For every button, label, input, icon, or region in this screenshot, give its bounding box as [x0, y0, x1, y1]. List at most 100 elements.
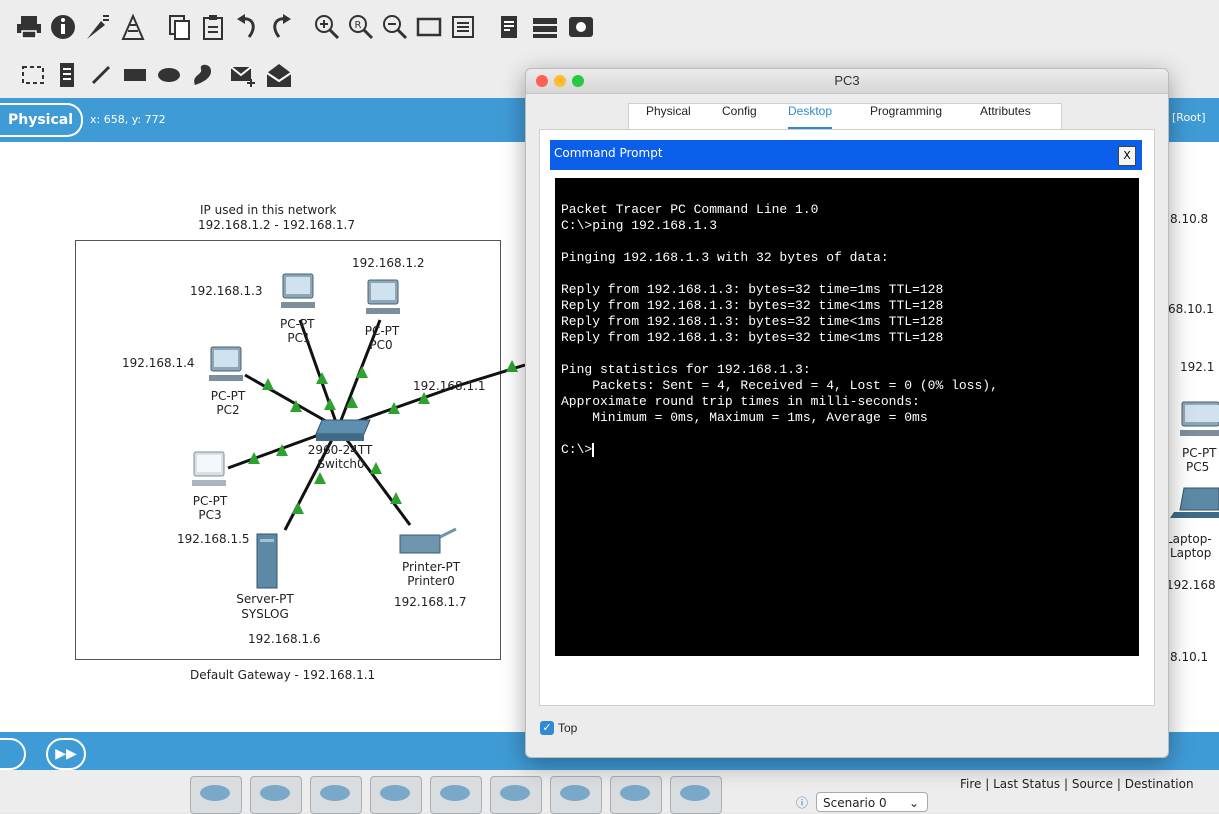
- note-icon[interactable]: [52, 60, 82, 90]
- main-toolbar: R: [0, 0, 1219, 54]
- line-icon[interactable]: [86, 60, 116, 90]
- screenshot-icon[interactable]: [566, 12, 596, 42]
- printer-name: Printer0: [407, 574, 455, 588]
- server-name: SYSLOG: [241, 607, 289, 621]
- simple-pdu-icon[interactable]: [228, 60, 258, 90]
- router-tile[interactable]: [370, 776, 422, 814]
- tab-attributes[interactable]: Attributes: [980, 104, 1031, 130]
- pc0-icon[interactable]: [362, 278, 404, 318]
- chevron-down-icon: ⌄: [908, 796, 919, 810]
- print-icon[interactable]: [14, 12, 44, 42]
- rectangle-icon[interactable]: [120, 60, 150, 90]
- router-tile[interactable]: [550, 776, 602, 814]
- pc0-ip: 192.168.1.2: [352, 256, 425, 270]
- complex-pdu-icon[interactable]: [264, 60, 294, 90]
- right-ip-b: 68.10.1: [1168, 302, 1214, 316]
- paste-icon[interactable]: [198, 12, 228, 42]
- tab-desktop[interactable]: Desktop: [788, 104, 833, 130]
- printer-icon[interactable]: [398, 527, 458, 557]
- physical-tab[interactable]: Physical: [0, 103, 84, 137]
- terminal-line: Reply from 192.168.1.3: bytes=32 time<1m…: [561, 330, 944, 345]
- terminal-line: Reply from 192.168.1.3: bytes=32 time<1m…: [561, 314, 944, 329]
- switch-icon[interactable]: [314, 414, 374, 444]
- terminal-line: Reply from 192.168.1.3: bytes=32 time=1m…: [561, 282, 944, 297]
- col-fire[interactable]: Fire: [960, 777, 981, 791]
- svg-text:R: R: [355, 20, 362, 31]
- col-last-status[interactable]: Last Status: [993, 777, 1060, 791]
- freeform-icon[interactable]: [188, 60, 218, 90]
- pc3-name: PC3: [198, 508, 222, 522]
- pc1-type: PC-PT: [280, 317, 315, 331]
- col-source[interactable]: Source: [1072, 777, 1113, 791]
- col-destination[interactable]: Destination: [1125, 777, 1194, 791]
- zoom-in-icon[interactable]: [312, 12, 342, 42]
- tab-programming[interactable]: Programming: [870, 104, 942, 130]
- router-tile[interactable]: [190, 776, 242, 814]
- command-prompt-title: Command Prompt: [554, 146, 663, 160]
- cursor-coords: x: 658, y: 772: [90, 113, 166, 126]
- window-title: PC3: [834, 73, 860, 88]
- top-checkbox[interactable]: ✓ Top: [540, 721, 577, 735]
- router-tile[interactable]: [610, 776, 662, 814]
- laptop-icon[interactable]: [1170, 486, 1219, 522]
- undo-icon[interactable]: [232, 12, 262, 42]
- copy-icon[interactable]: [164, 12, 194, 42]
- switch-model: 2960-24TT: [307, 443, 373, 457]
- switch-name: Switch0: [317, 457, 365, 471]
- router-tile[interactable]: [250, 776, 302, 814]
- zoom-out-icon[interactable]: [380, 12, 410, 42]
- pc1-icon[interactable]: [277, 272, 319, 312]
- top-checkbox-label: Top: [558, 721, 578, 735]
- pc2-icon[interactable]: [205, 345, 247, 385]
- network-info-icon[interactable]: [118, 12, 148, 42]
- router-tile[interactable]: [310, 776, 362, 814]
- desktop-panel: Command Prompt X Packet Tracer PC Comman…: [539, 129, 1155, 706]
- note-title: IP used in this network: [200, 203, 337, 217]
- printer-ip: 192.168.1.7: [394, 595, 467, 609]
- drawing-palette-icon[interactable]: [414, 12, 444, 42]
- command-prompt-terminal[interactable]: Packet Tracer PC Command Line 1.0 C:\>pin…: [555, 178, 1139, 656]
- redo-icon[interactable]: [266, 12, 296, 42]
- zoom-reset-icon[interactable]: R: [346, 12, 376, 42]
- terminal-line: Packet Tracer PC Command Line 1.0: [561, 202, 819, 217]
- right-ip-e: 8.10.1: [1170, 650, 1209, 664]
- pc3-icon[interactable]: [188, 450, 230, 490]
- pc3-ip: 192.168.1.5: [177, 532, 250, 546]
- terminal-line: Pinging 192.168.1.3 with 32 bytes of dat…: [561, 250, 889, 265]
- tab-physical[interactable]: Physical: [646, 104, 691, 130]
- close-icon[interactable]: X: [1118, 146, 1136, 166]
- ellipse-icon[interactable]: [154, 60, 184, 90]
- info-icon[interactable]: [48, 12, 78, 42]
- select-icon[interactable]: [18, 60, 48, 90]
- ipc-icon[interactable]: [530, 12, 560, 42]
- tab-config[interactable]: Config: [722, 104, 757, 130]
- text-file-icon[interactable]: [494, 12, 524, 42]
- checkbox-check-icon[interactable]: ✓: [540, 721, 554, 735]
- window-titlebar[interactable]: PC3: [526, 69, 1168, 94]
- scenario-value: Scenario 0: [823, 796, 887, 810]
- activity-wizard-icon[interactable]: [82, 12, 112, 42]
- pc2-name: PC2: [216, 403, 240, 417]
- custom-device-dialog-icon[interactable]: [448, 12, 478, 42]
- pc5-type: PC-PT: [1182, 446, 1217, 460]
- pc5-name: PC5: [1186, 460, 1210, 474]
- server-icon[interactable]: [256, 533, 278, 589]
- pc1-name: PC1: [287, 331, 311, 345]
- router-tile[interactable]: [430, 776, 482, 814]
- pc3-type: PC-PT: [192, 494, 228, 508]
- terminal-line: Minimum = 0ms, Maximum = 1ms, Average = …: [561, 410, 928, 425]
- scenario-info-icon[interactable]: ⓘ: [796, 794, 808, 811]
- router-tile[interactable]: [490, 776, 542, 814]
- server-ip: 192.168.1.6: [248, 632, 321, 646]
- pc5-icon[interactable]: [1176, 400, 1219, 440]
- scenario-select[interactable]: Scenario 0 ⌄: [816, 792, 928, 812]
- root-tab[interactable]: [Root]: [1166, 103, 1212, 133]
- router-tile[interactable]: [670, 776, 722, 814]
- prompt: C:\>: [561, 442, 593, 457]
- fast-forward-button[interactable]: ▶▶: [46, 738, 86, 770]
- command-prompt-titlebar: Command Prompt X: [550, 140, 1142, 170]
- pc1-ip: 192.168.1.3: [190, 284, 263, 298]
